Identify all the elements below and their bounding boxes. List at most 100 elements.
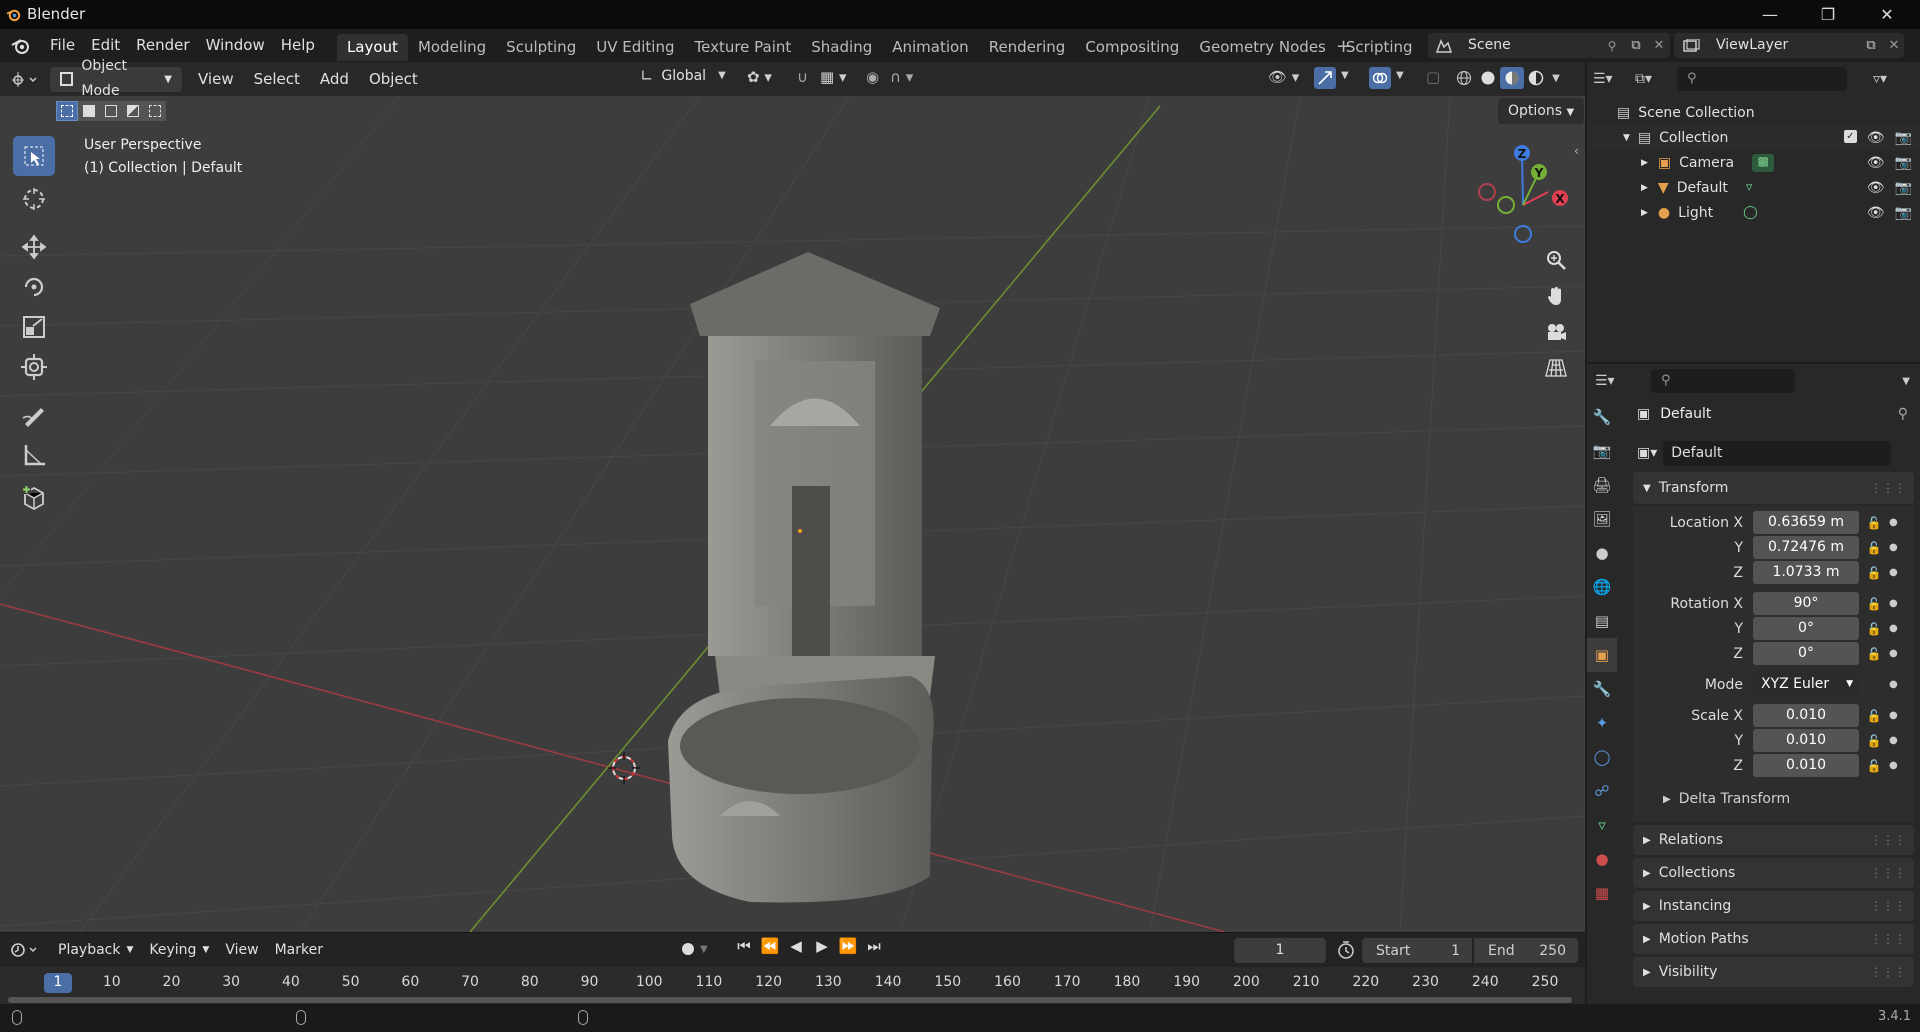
pin-icon[interactable]: ⚲ (1600, 33, 1624, 58)
shading-dropdown-icon[interactable]: ▼ (1548, 73, 1564, 84)
rotation-x-field[interactable]: 90° (1753, 592, 1859, 615)
mesh-data-icon[interactable]: ▿ (1746, 180, 1753, 195)
timeline-menu-playback[interactable]: Playback ▼ (50, 933, 141, 967)
constraints-tab-icon[interactable]: ☍ (1587, 774, 1617, 808)
select-new-icon[interactable] (56, 101, 78, 121)
view-layer-field[interactable]: ViewLayer (1708, 33, 1858, 58)
editor-type-icon[interactable] (0, 71, 50, 87)
drag-handle-icon[interactable]: ⋮⋮⋮ (1870, 965, 1914, 979)
select-box-tool-icon[interactable] (13, 136, 55, 176)
snap-target-icon[interactable]: ▦ ▾ (820, 68, 846, 86)
falloff-icon[interactable]: ∩ ▾ (890, 68, 913, 86)
display-mode-icon[interactable]: ⧉▾ (1635, 71, 1671, 87)
keyframe-dot[interactable]: ● (1889, 517, 1899, 528)
delete-scene-icon[interactable]: ✕ (1648, 33, 1670, 58)
scale-tool-icon[interactable] (13, 307, 55, 347)
keyframe-dot[interactable]: ● (1889, 542, 1899, 553)
select-intersect-icon[interactable] (144, 101, 166, 121)
keyframe-dot[interactable]: ● (1889, 648, 1899, 659)
rotation-y-field[interactable]: 0° (1753, 617, 1859, 640)
navigation-gizmo[interactable]: Z Y X (1470, 138, 1580, 248)
menu-help[interactable]: Help (273, 29, 323, 62)
record-dropdown-icon[interactable]: ▼ (700, 944, 714, 955)
perspective-toggle-icon[interactable] (1538, 350, 1574, 386)
rotation-mode-dropdown[interactable]: XYZ Euler ▼ (1753, 673, 1859, 696)
outliner-item-light[interactable]: ▶ ● Light ◯ 👁 📷 (1587, 200, 1920, 225)
expand-arrow-icon[interactable]: ▶ (1641, 158, 1648, 168)
outliner-editor-type-icon[interactable]: ☰▾ (1593, 71, 1629, 87)
delta-transform-subpanel[interactable]: ▶ Delta Transform (1633, 784, 1914, 814)
pin-icon[interactable]: ⚲ (1898, 406, 1920, 422)
tab-uv-editing[interactable]: UV Editing (586, 34, 684, 61)
lock-icon[interactable]: 🔓 (1859, 566, 1889, 580)
annotate-tool-icon[interactable] (13, 395, 55, 435)
scene-selector-icon[interactable] (1428, 33, 1460, 58)
tab-shading[interactable]: Shading (801, 34, 882, 61)
light-data-icon[interactable]: ◯ (1743, 205, 1758, 220)
render-tab-icon[interactable]: 📷 (1587, 434, 1617, 468)
measure-tool-icon[interactable] (13, 435, 55, 475)
panel-relations[interactable]: ▶ Relations ⋮⋮⋮ (1633, 825, 1914, 855)
tab-rendering[interactable]: Rendering (979, 34, 1076, 61)
maximize-icon[interactable]: ❐ (1801, 0, 1855, 29)
3d-cursor-icon[interactable] (606, 750, 642, 786)
add-cube-tool-icon[interactable] (13, 477, 55, 517)
tab-modeling[interactable]: Modeling (408, 34, 496, 61)
new-scene-icon[interactable]: ⧉ (1624, 33, 1648, 58)
visibility-eye-icon[interactable]: 👁 (1867, 155, 1885, 171)
play-icon[interactable]: ▶ (810, 937, 834, 955)
particles-tab-icon[interactable]: ✦ (1587, 706, 1617, 740)
object-name-field[interactable]: Default (1663, 440, 1892, 466)
timeline-menu-keying[interactable]: Keying ▼ (141, 933, 217, 967)
tab-layout[interactable]: Layout (336, 33, 408, 61)
lock-icon[interactable]: 🔓 (1859, 734, 1889, 748)
keyframe-dot[interactable]: ● (1889, 735, 1899, 746)
world-tab-icon[interactable]: 🌐 (1587, 570, 1617, 604)
tab-sculpting[interactable]: Sculpting (496, 34, 586, 61)
scene-collection-row[interactable]: ▤ Scene Collection (1587, 100, 1920, 125)
tab-geometry-nodes[interactable]: Geometry Nodes (1189, 34, 1336, 61)
outliner-search-input[interactable]: ⚲ (1677, 67, 1847, 91)
lock-icon[interactable]: 🔓 (1859, 597, 1889, 611)
transform-orientation-dropdown[interactable]: ∟ Global ▼ (640, 66, 726, 85)
pan-hand-icon[interactable] (1538, 278, 1574, 314)
view-layer-selector-icon[interactable] (1674, 33, 1708, 58)
modifier-tab-icon[interactable]: 🔧 (1587, 672, 1617, 706)
new-view-layer-icon[interactable]: ⧉ (1858, 33, 1884, 58)
collection-tab-icon[interactable]: ▤ (1587, 604, 1617, 638)
visibility-icon[interactable]: 👁 ▾ (1268, 68, 1299, 86)
scale-y-field[interactable]: 0.010 (1753, 729, 1859, 752)
cursor-tool-icon[interactable] (13, 179, 55, 219)
proportional-edit-icon[interactable]: ◉ (866, 68, 879, 86)
visibility-eye-icon[interactable]: 👁 (1867, 180, 1885, 196)
expand-arrow-icon[interactable]: ▶ (1641, 208, 1648, 218)
jump-end-icon[interactable]: ⏭ (862, 937, 886, 955)
timeline-menu-view[interactable]: View (217, 933, 266, 967)
object-tab-icon[interactable]: ▣ (1587, 638, 1617, 672)
viewport-menu-view[interactable]: View (188, 62, 244, 96)
outliner-item-default[interactable]: ▶ ▼ Default ▿ 👁 📷 (1587, 175, 1920, 200)
timeline-menu-marker[interactable]: Marker (267, 933, 331, 967)
lock-icon[interactable]: 🔓 (1859, 647, 1889, 661)
render-camera-icon[interactable]: 📷 (1895, 180, 1912, 196)
xray-icon[interactable]: ▢ (1426, 68, 1440, 86)
drag-handle-icon[interactable]: ⋮⋮⋮ (1870, 833, 1914, 847)
object-browse-icon[interactable]: ▣▾ (1637, 445, 1657, 461)
drag-handle-icon[interactable]: ⋮⋮⋮ (1870, 866, 1914, 880)
visibility-eye-icon[interactable]: 👁 (1867, 130, 1885, 146)
physics-tab-icon[interactable]: ◯ (1587, 740, 1617, 774)
drag-handle-icon[interactable]: ⋮⋮⋮ (1870, 481, 1914, 495)
options-dropdown[interactable]: Options ▼ (1498, 98, 1585, 124)
rendered-shading-icon[interactable] (1524, 67, 1548, 89)
scene-tab-icon[interactable]: ● (1587, 536, 1617, 570)
scale-z-field[interactable]: 0.010 (1753, 754, 1859, 777)
record-icon[interactable] (676, 937, 700, 961)
gizmo-toggle-icon[interactable] (1314, 67, 1336, 89)
viewport-menu-select[interactable]: Select (244, 62, 310, 96)
render-camera-icon[interactable]: 📷 (1895, 130, 1912, 146)
panel-visibility[interactable]: ▶ Visibility ⋮⋮⋮ (1633, 957, 1914, 987)
camera-data-icon[interactable]: ▩ (1752, 153, 1775, 172)
keyframe-dot[interactable]: ● (1889, 598, 1899, 609)
minimize-icon[interactable]: — (1743, 0, 1797, 29)
output-tab-icon[interactable]: 🖨 (1587, 468, 1617, 502)
